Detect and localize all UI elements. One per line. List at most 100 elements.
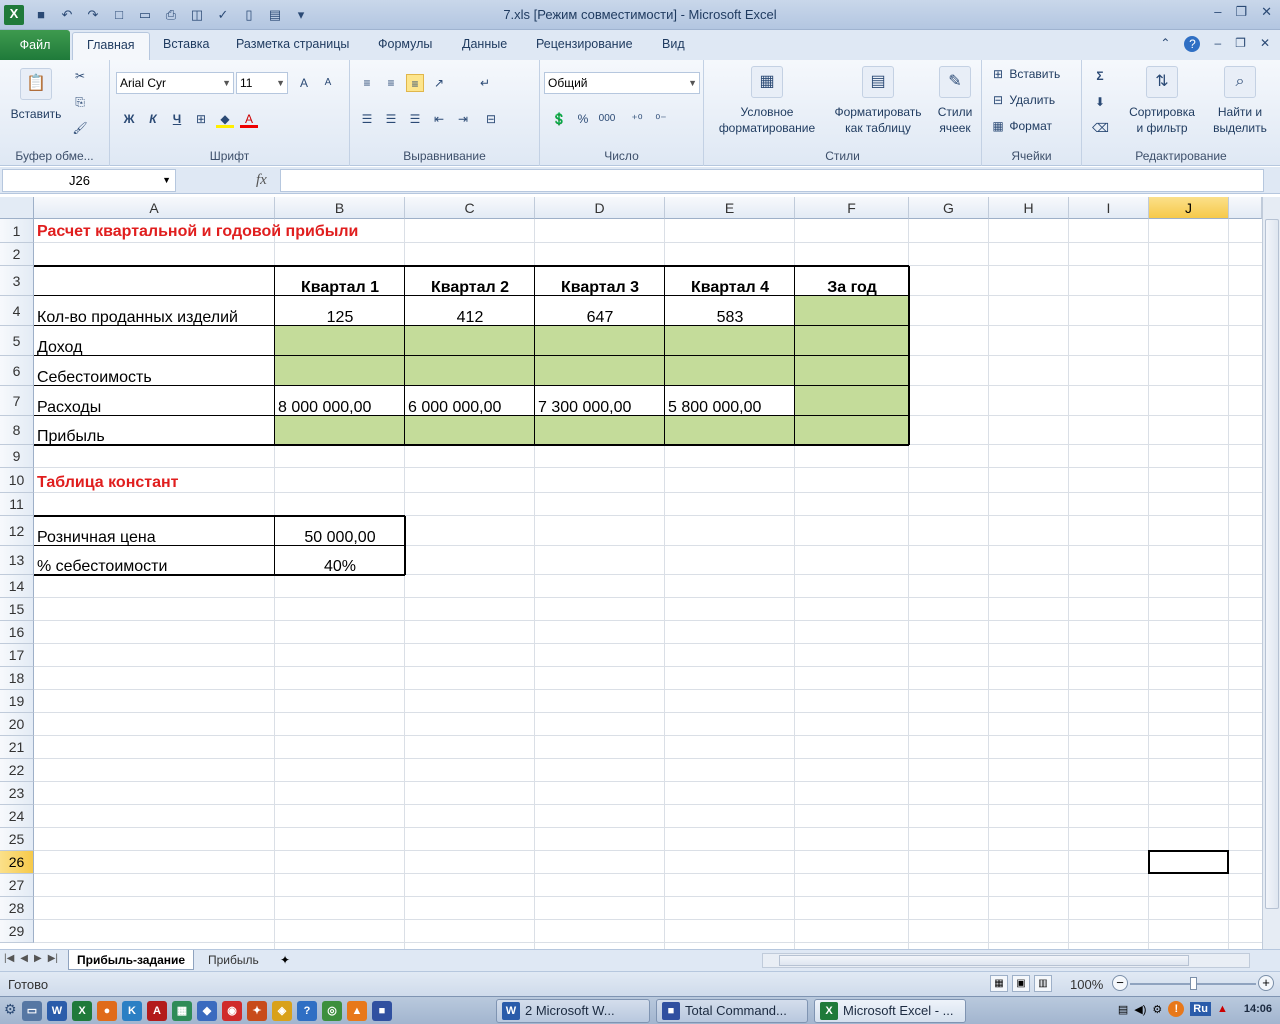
task-total-commander[interactable]: ■ Total Command... — [656, 999, 808, 1023]
next-sheet-icon[interactable]: ▶ — [34, 953, 42, 964]
column-header-b[interactable]: B — [275, 197, 405, 219]
app-icon-2[interactable]: K — [122, 1001, 142, 1021]
language-indicator[interactable]: Ru — [1190, 1002, 1211, 1016]
tray-network-icon[interactable]: ▤ — [1118, 1003, 1128, 1016]
row-header-1[interactable]: 1 — [0, 219, 34, 243]
highlighted-cell[interactable] — [665, 356, 794, 385]
format-painter-icon[interactable]: 🖌 — [72, 120, 88, 136]
app-icon-3[interactable]: ▦ — [172, 1001, 192, 1021]
tray-alert-icon[interactable]: ! — [1168, 1001, 1185, 1017]
column-header-g[interactable]: G — [909, 197, 989, 219]
insert-function-icon[interactable]: fx — [256, 172, 267, 189]
highlighted-cell[interactable] — [275, 356, 404, 385]
row-header-13[interactable]: 13 — [0, 546, 34, 575]
word-icon[interactable]: W — [47, 1001, 67, 1021]
highlighted-cell[interactable] — [795, 416, 908, 444]
insert-sheet-icon[interactable]: ✦ — [280, 953, 290, 967]
italic-button[interactable]: К — [144, 110, 162, 128]
currency-format-icon[interactable]: 💲 — [550, 110, 568, 128]
bold-button[interactable]: Ж — [120, 110, 138, 128]
column-header-h[interactable]: H — [989, 197, 1069, 219]
horizontal-scrollbar[interactable] — [762, 953, 1250, 968]
format-as-table-button[interactable]: ▤ Форматировать как таблицу — [828, 66, 928, 136]
copy-icon[interactable]: ⎘ — [72, 94, 88, 110]
column-header-j[interactable]: J — [1149, 197, 1229, 219]
tray-settings-icon[interactable]: ⚙ — [1152, 1003, 1162, 1016]
row-header-19[interactable]: 19 — [0, 690, 34, 713]
vlc-icon[interactable]: ▲ — [347, 1001, 367, 1021]
row-header-18[interactable]: 18 — [0, 667, 34, 690]
column-header-cell[interactable]: За год — [795, 266, 909, 296]
row-label-quantity[interactable]: Кол-во проданных изделий — [34, 296, 275, 326]
row-header-10[interactable]: 10 — [0, 468, 34, 493]
column-header-c[interactable]: C — [405, 197, 535, 219]
minimize-icon[interactable]: ‒ — [1214, 4, 1221, 20]
paste-button[interactable]: 📋 Вставить — [6, 68, 66, 122]
sheet-tab-profit-task[interactable]: Прибыль-задание — [68, 950, 195, 970]
tab-page-layout[interactable]: Разметка страницы — [236, 37, 349, 51]
vertical-scroll-thumb[interactable] — [1265, 219, 1279, 909]
borders-icon[interactable]: ⊞ — [192, 110, 210, 128]
align-center-icon[interactable]: ☰ — [382, 110, 400, 128]
zoom-in-icon[interactable]: + — [1258, 975, 1274, 991]
fill-icon[interactable]: ⬇ — [1092, 94, 1108, 110]
prev-sheet-icon[interactable]: ◀ — [20, 953, 28, 964]
name-box[interactable]: J26 ▼ — [2, 169, 176, 192]
page-break-view-icon[interactable]: ▥ — [1034, 975, 1052, 992]
horizontal-scroll-thumb[interactable] — [779, 955, 1189, 966]
autosum-icon[interactable]: Σ — [1092, 68, 1108, 84]
align-left-icon[interactable]: ☰ — [358, 110, 376, 128]
decrease-indent-icon[interactable]: ⇤ — [430, 110, 448, 128]
column-header-cell[interactable]: Квартал 4 — [665, 266, 795, 296]
row-header-3[interactable]: 3 — [0, 266, 34, 296]
find-select-button[interactable]: ⌕ Найти и выделить — [1206, 66, 1274, 136]
increase-indent-icon[interactable]: ⇥ — [454, 110, 472, 128]
format-cells-button[interactable]: ▦ Формат — [990, 118, 1052, 134]
column-header-cell[interactable]: Квартал 1 — [275, 266, 405, 296]
cut-icon[interactable]: ✂ — [72, 68, 88, 84]
quantity-value[interactable]: 647 — [535, 296, 665, 326]
row-header-12[interactable]: 12 — [0, 516, 34, 546]
row-header-24[interactable]: 24 — [0, 805, 34, 828]
column-header-f[interactable]: F — [795, 197, 909, 219]
tray-speaker-icon[interactable]: ◀) — [1134, 1003, 1146, 1016]
spreadsheet-grid[interactable]: Расчет квартальной и годовой прибыли Квар… — [0, 197, 1262, 949]
row-header-27[interactable]: 27 — [0, 874, 34, 897]
row-header-23[interactable]: 23 — [0, 782, 34, 805]
help-app-icon[interactable]: ? — [297, 1001, 317, 1021]
row-header-16[interactable]: 16 — [0, 621, 34, 644]
cost-percent-value[interactable]: 40% — [275, 546, 405, 575]
tab-view[interactable]: Вид — [662, 37, 685, 51]
row-header-14[interactable]: 14 — [0, 575, 34, 598]
minimize-ribbon-icon[interactable]: ⌃ — [1160, 36, 1170, 52]
font-name-select[interactable]: Arial Cyr ▼ — [116, 72, 234, 94]
retail-price-value[interactable]: 50 000,00 — [275, 516, 405, 546]
last-sheet-icon[interactable]: ▶| — [48, 953, 58, 964]
orientation-icon[interactable]: ↗ — [430, 74, 448, 92]
grow-font-icon[interactable]: A — [296, 75, 312, 91]
row-header-26[interactable]: 26 — [0, 851, 34, 874]
app-icon-9[interactable]: ■ — [372, 1001, 392, 1021]
doc-close-icon[interactable]: ✕ — [1260, 36, 1270, 52]
shrink-font-icon[interactable]: A — [320, 75, 336, 91]
tab-file[interactable]: Файл — [0, 30, 70, 60]
row-header-22[interactable]: 22 — [0, 759, 34, 782]
column-header-cell[interactable]: Квартал 2 — [405, 266, 535, 296]
tab-data[interactable]: Данные — [462, 37, 507, 51]
row-header-28[interactable]: 28 — [0, 897, 34, 920]
decrease-decimal-icon[interactable]: ⁰⁻ — [652, 110, 670, 128]
number-format-select[interactable]: Общий ▼ — [544, 72, 700, 94]
row-header-25[interactable]: 25 — [0, 828, 34, 851]
start-icon[interactable]: ⚙ — [4, 1001, 17, 1018]
restore-icon[interactable]: ❐ — [1235, 4, 1247, 20]
page-layout-view-icon[interactable]: ▣ — [1012, 975, 1030, 992]
help-icon[interactable]: ? — [1184, 36, 1201, 52]
wrap-text-icon[interactable]: ↵ — [476, 74, 494, 92]
highlighted-cell[interactable] — [795, 326, 908, 355]
row-header-11[interactable]: 11 — [0, 493, 34, 516]
zoom-out-icon[interactable]: − — [1112, 975, 1128, 991]
delete-cells-button[interactable]: ⊟ Удалить — [990, 92, 1055, 108]
row-header-29[interactable]: 29 — [0, 920, 34, 943]
row-header-7[interactable]: 7 — [0, 386, 34, 416]
expenses-value[interactable]: 5 800 000,00 — [665, 386, 795, 416]
